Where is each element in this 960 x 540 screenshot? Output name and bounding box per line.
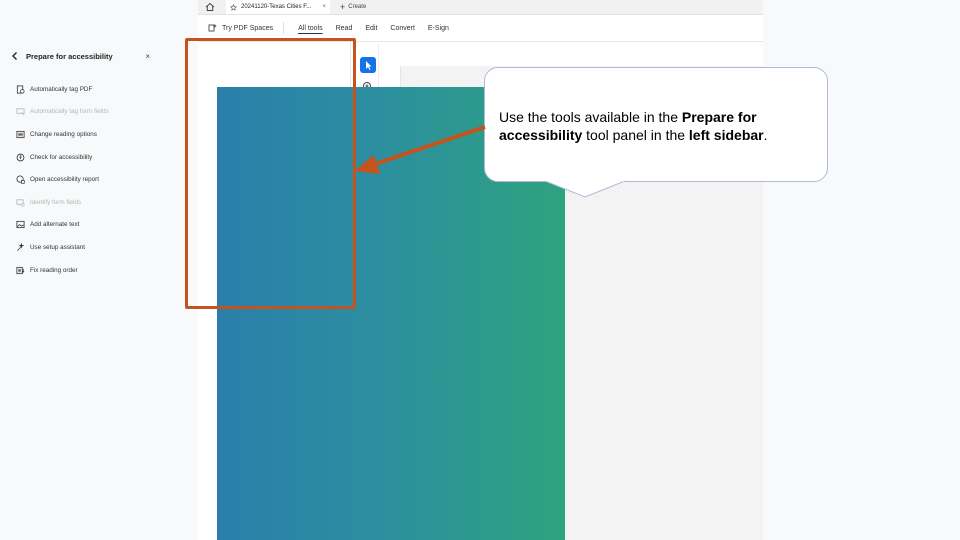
tab-close-icon[interactable]: × <box>322 4 326 10</box>
select-tool-button[interactable] <box>360 57 376 73</box>
tool-identify-form-fields: Identify form fields <box>16 191 146 214</box>
tool-open-accessibility-report[interactable]: Open accessibility report <box>16 168 146 191</box>
callout-text-part: Use the tools available in the <box>499 109 682 125</box>
panel-close-icon[interactable]: × <box>145 52 150 61</box>
pdf-spaces-button[interactable]: Try PDF Spaces <box>208 22 285 34</box>
pdf-spaces-icon <box>208 24 217 32</box>
main-nav: All tools Read Edit Convert E-Sign <box>298 25 449 32</box>
tool-label: Automatically tag PDF <box>30 85 93 93</box>
tool-label: Change reading options <box>30 130 97 138</box>
pdf-spaces-label: Try PDF Spaces <box>222 24 274 32</box>
tool-label: Fix reading order <box>30 266 78 274</box>
tab-title: 20241120-Texas Cities F... <box>241 4 312 10</box>
create-label: Create <box>348 4 367 10</box>
accessibility-check-icon <box>16 153 25 161</box>
tool-label: Add alternate text <box>30 221 80 229</box>
tool-use-setup-assistant[interactable]: Use setup assistant <box>16 236 146 259</box>
callout-text-part: tool panel in the <box>582 127 689 143</box>
auto-tag-icon <box>16 85 25 94</box>
back-arrow-icon[interactable] <box>10 51 20 61</box>
nav-all-tools[interactable]: All tools <box>298 25 323 32</box>
tool-label: Automatically tag form fields <box>30 108 109 116</box>
nav-read[interactable]: Read <box>336 25 353 32</box>
tool-label: Use setup assistant <box>30 243 85 251</box>
accessibility-tool-list: Automatically tag PDF Automatically tag … <box>16 78 146 281</box>
tool-label: Check for accessibility <box>30 153 93 161</box>
plus-icon: + <box>340 2 346 12</box>
browser-tab-bar: 20241120-Texas Cities F... × + Create <box>198 0 763 15</box>
create-tab-button[interactable]: + Create <box>340 0 366 14</box>
callout-text-part: . <box>763 127 768 143</box>
callout-text: Use the tools available in the Prepare f… <box>499 108 809 144</box>
accessibility-report-icon <box>16 175 25 184</box>
tool-auto-tag-pdf[interactable]: Automatically tag PDF <box>16 78 146 101</box>
setup-assistant-icon <box>17 242 25 251</box>
tool-fix-reading-order[interactable]: Fix reading order <box>16 259 146 282</box>
tool-add-alternate-text[interactable]: Add alternate text <box>16 214 146 237</box>
cursor-icon <box>366 61 372 70</box>
star-icon[interactable] <box>230 3 237 11</box>
nav-convert[interactable]: Convert <box>390 25 415 32</box>
nav-edit[interactable]: Edit <box>365 25 377 32</box>
nav-esign[interactable]: E-Sign <box>428 25 449 32</box>
tool-label: Identify form fields <box>30 198 82 206</box>
panel-header: Prepare for accessibility × <box>10 50 150 62</box>
tool-change-reading-options[interactable]: Change reading options <box>16 123 146 146</box>
alt-text-icon <box>16 221 25 229</box>
tag-form-fields-icon <box>16 108 25 116</box>
tool-label: Open accessibility report <box>30 176 99 184</box>
reading-options-icon <box>16 130 25 139</box>
sidebar-highlight-box <box>185 38 356 309</box>
identify-form-fields-icon <box>16 199 25 207</box>
document-tab[interactable]: 20241120-Texas Cities F... × <box>226 0 330 14</box>
reading-order-icon <box>16 266 25 274</box>
tool-check-accessibility[interactable]: Check for accessibility <box>16 146 146 169</box>
home-icon[interactable] <box>204 1 216 13</box>
callout-bold-sidebar: left sidebar <box>688 127 764 143</box>
tool-auto-tag-form-fields: Automatically tag form fields <box>16 101 146 124</box>
panel-title: Prepare for accessibility <box>26 51 113 61</box>
